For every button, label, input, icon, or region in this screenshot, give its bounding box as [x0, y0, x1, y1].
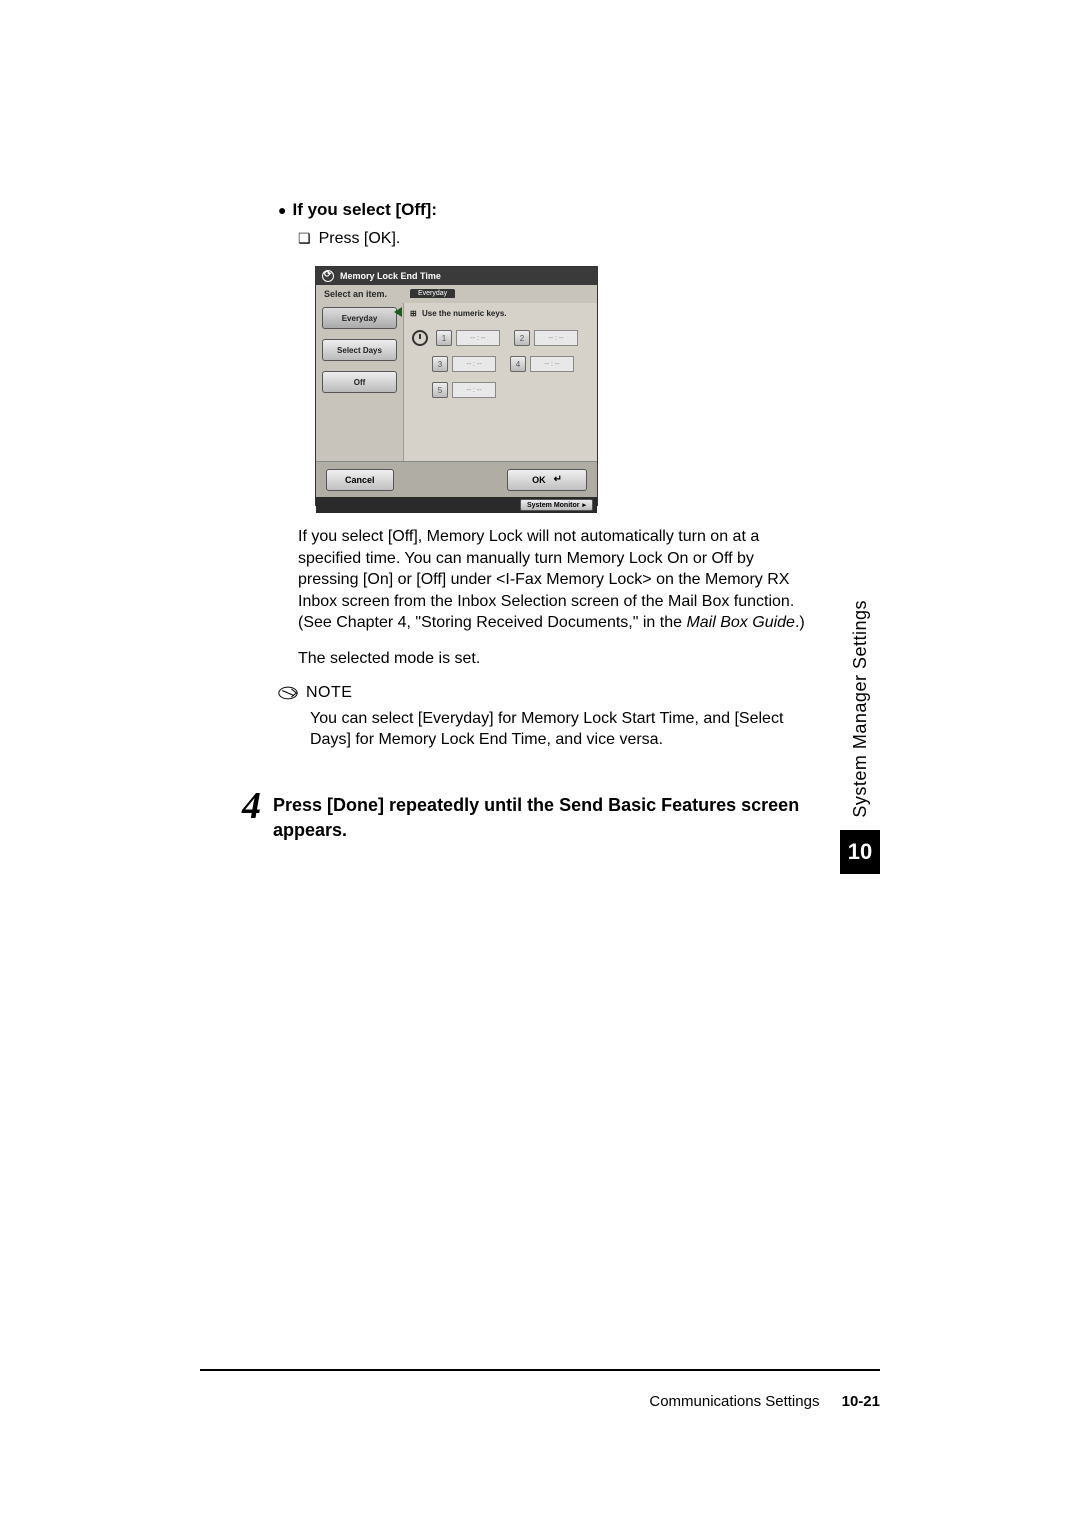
note-header: NOTE: [278, 684, 880, 702]
bullet-heading: If you select [Off]:: [278, 200, 880, 220]
paragraph-explanation: If you select [Off], Memory Lock will no…: [298, 526, 808, 634]
time-field-3[interactable]: -- : --: [452, 356, 496, 372]
slot-2[interactable]: 2: [514, 330, 530, 346]
time-field-1[interactable]: -- : --: [456, 330, 500, 346]
slot-4[interactable]: 4: [510, 356, 526, 372]
clock-icon: [412, 330, 428, 346]
screenshot-titlebar: Memory Lock End Time: [316, 267, 597, 285]
chapter-side-number: 10: [840, 830, 880, 874]
system-monitor-button[interactable]: System Monitor ▸: [520, 499, 593, 511]
screenshot-subtitle: Select an item.: [316, 285, 597, 303]
step-4: 4 Press [Done] repeatedly until the Send…: [242, 787, 880, 843]
screenshot-left-tabs: Everyday Select Days Off: [316, 303, 404, 461]
paragraph-mode-set: The selected mode is set.: [298, 648, 808, 670]
note-icon: [278, 686, 298, 700]
time-field-5[interactable]: -- : --: [452, 382, 496, 398]
page-number: 10-21: [842, 1393, 880, 1410]
footer-divider: [200, 1369, 880, 1372]
footer-section: Communications Settings: [649, 1393, 819, 1410]
screenshot-title: Memory Lock End Time: [340, 271, 441, 281]
time-field-4[interactable]: -- : --: [530, 356, 574, 372]
keypad-icon: ⊞: [410, 309, 418, 317]
time-field-2[interactable]: -- : --: [534, 330, 578, 346]
page-footer: Communications Settings 10-21: [200, 1369, 880, 1411]
tab-everyday[interactable]: Everyday: [322, 307, 397, 329]
tab-off[interactable]: Off: [322, 371, 397, 393]
refresh-icon: [322, 270, 334, 282]
chapter-side-text: System Manager Settings: [850, 600, 871, 818]
cancel-button[interactable]: Cancel: [326, 469, 394, 491]
hint-text: Use the numeric keys.: [422, 309, 506, 318]
slot-1[interactable]: 1: [436, 330, 452, 346]
note-text: You can select [Everyday] for Memory Loc…: [310, 708, 810, 751]
numeric-hint: ⊞ Use the numeric keys.: [404, 303, 597, 322]
slot-5[interactable]: 5: [432, 382, 448, 398]
ok-button[interactable]: OK: [507, 469, 587, 491]
screenshot-footer: Cancel OK: [316, 461, 597, 497]
chapter-side-tab: System Manager Settings 10: [840, 600, 880, 874]
tab-select-days[interactable]: Select Days: [322, 339, 397, 361]
arrow-icon: [394, 307, 402, 317]
step-number: 4: [242, 787, 261, 825]
screenshot-right-panel: Everyday ⊞ Use the numeric keys. 1 -- : …: [404, 303, 597, 461]
system-monitor-label: System Monitor: [527, 502, 580, 509]
ui-screenshot: Memory Lock End Time Select an item. Eve…: [315, 266, 598, 506]
slot-3[interactable]: 3: [432, 356, 448, 372]
right-panel-tab: Everyday: [410, 289, 455, 298]
sub-bullet-press-ok: Press [OK].: [298, 230, 880, 248]
screenshot-statusbar: System Monitor ▸: [316, 497, 597, 513]
step-text: Press [Done] repeatedly until the Send B…: [273, 787, 803, 843]
note-label: NOTE: [306, 684, 352, 702]
